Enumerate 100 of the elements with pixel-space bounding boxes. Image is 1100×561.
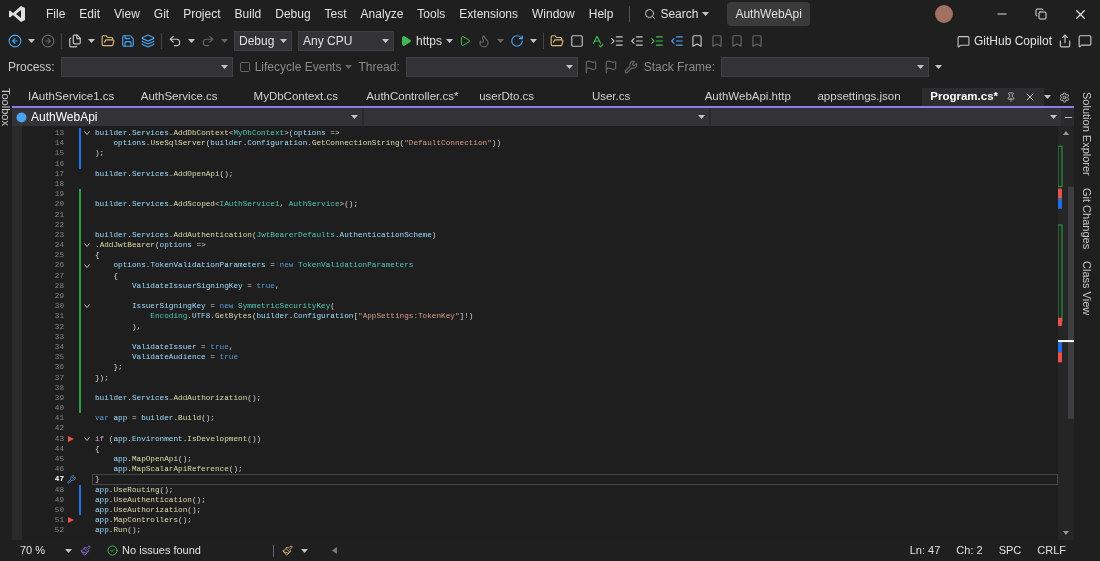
folder-icon[interactable] [101, 34, 115, 48]
close-icon[interactable] [1024, 91, 1036, 103]
fold-chevron-icon[interactable] [84, 243, 90, 248]
menu-item[interactable]: Test [318, 5, 353, 23]
caret-icon[interactable] [88, 39, 95, 43]
pin-icon[interactable] [1006, 92, 1016, 102]
cleanup-icon[interactable] [281, 545, 293, 556]
line-indicator[interactable]: Ln: 47 [909, 542, 941, 559]
flag-icon[interactable] [603, 60, 618, 74]
new-item-icon[interactable] [68, 34, 82, 48]
issues-indicator[interactable]: No issues found [107, 542, 201, 559]
line-ending-indicator[interactable]: CRLF [1037, 542, 1066, 559]
file-tab[interactable]: AuthController.cs* [358, 88, 472, 106]
file-tab[interactable]: AuthService.cs [132, 88, 246, 106]
feedback-icon[interactable] [1078, 34, 1092, 48]
project-dropdown[interactable]: AuthWebApi [12, 108, 362, 126]
side-tab[interactable]: Toolbox [0, 88, 15, 126]
menu-item[interactable]: Extensions [453, 5, 525, 23]
hot-reload-icon[interactable] [477, 34, 491, 48]
check-icon[interactable] [107, 545, 119, 556]
file-tab[interactable]: AuthWebApi.http [696, 88, 810, 106]
menu-item[interactable]: Debug [269, 5, 317, 23]
caret-icon[interactable] [65, 548, 73, 553]
restore-icon[interactable] [1035, 8, 1047, 20]
configuration-dropdown[interactable]: Debug [234, 31, 292, 51]
menu-item[interactable]: Analyze [354, 5, 410, 23]
caret-icon[interactable] [188, 39, 195, 43]
forward-icon[interactable] [41, 34, 55, 48]
window-icon[interactable] [570, 34, 584, 48]
share-icon[interactable] [1058, 34, 1072, 48]
caret-icon[interactable] [280, 39, 287, 43]
file-tab[interactable]: MyDbContext.cs [245, 88, 359, 106]
menu-item[interactable]: File [40, 5, 72, 23]
caret-icon[interactable] [300, 548, 308, 553]
file-tab[interactable]: IAuthService1.cs [20, 88, 133, 106]
file-tab[interactable]: User.cs [583, 88, 697, 106]
search-icon[interactable] [644, 8, 657, 20]
brush-icon[interactable] [80, 545, 92, 556]
scroll-left-icon[interactable] [331, 547, 337, 554]
redo-icon[interactable] [201, 34, 215, 48]
caret-icon[interactable] [565, 65, 573, 69]
back-icon[interactable] [8, 34, 22, 48]
fold-chevron-icon[interactable] [84, 131, 90, 136]
menu-item[interactable]: Project [177, 5, 227, 23]
fold-chevron-icon[interactable] [84, 304, 90, 309]
folder-icon[interactable] [550, 34, 564, 48]
copilot-button[interactable]: GitHub Copilot [956, 32, 1052, 50]
settings-icon[interactable] [1059, 91, 1070, 103]
file-tab[interactable]: appsettings.json [809, 88, 923, 106]
menu-item[interactable]: Tools [411, 5, 452, 23]
menu-item[interactable]: Build [228, 5, 268, 23]
file-tab[interactable]: userDto.cs [471, 88, 584, 106]
menu-item[interactable]: Window [526, 5, 581, 23]
caret-icon[interactable] [698, 115, 705, 119]
logo-icon[interactable] [8, 5, 26, 23]
caret-icon[interactable] [446, 39, 453, 43]
scrollbar-drawing[interactable] [1058, 126, 1074, 540]
caret-icon[interactable] [382, 39, 389, 43]
side-tab[interactable]: Solution Explorer [1078, 92, 1096, 176]
caret-icon[interactable] [220, 65, 228, 69]
undo-icon[interactable] [168, 34, 182, 48]
save-all-icon[interactable] [141, 34, 155, 48]
play-icon[interactable] [400, 35, 412, 47]
caret-icon[interactable] [935, 65, 943, 69]
save-icon[interactable] [121, 34, 135, 48]
comment-icon[interactable] [650, 34, 664, 48]
tool-icon[interactable] [623, 60, 638, 74]
refresh-icon[interactable] [510, 34, 524, 48]
caret-icon[interactable] [351, 115, 358, 119]
indent-icon[interactable] [610, 34, 624, 48]
side-tab[interactable]: Git Changes [1078, 187, 1096, 249]
zoom-dropdown[interactable]: 70 % [20, 542, 73, 559]
caret-icon[interactable] [1050, 115, 1057, 119]
menu-item[interactable]: Git [147, 5, 176, 23]
search-button[interactable]: Search [640, 5, 714, 23]
outdent-icon[interactable] [630, 34, 644, 48]
lifecycle-events-button[interactable]: Lifecycle Events [238, 58, 353, 76]
avatar[interactable] [935, 5, 953, 23]
bookmark-icon[interactable] [690, 34, 704, 48]
whitespace-indicator[interactable]: SPC [998, 542, 1022, 559]
caret-icon[interactable] [917, 65, 925, 69]
run-button[interactable]: https [400, 32, 453, 50]
side-tab[interactable]: Class View [1078, 260, 1096, 316]
copilot-icon[interactable] [956, 34, 970, 48]
spell-check-icon[interactable] [590, 34, 604, 48]
caret-icon[interactable] [1044, 95, 1051, 99]
fold-chevron-icon[interactable] [84, 436, 90, 441]
quick-action-icon[interactable] [66, 474, 76, 484]
flag-icon[interactable] [583, 60, 598, 74]
caret-icon[interactable] [28, 39, 35, 43]
caret-icon[interactable] [702, 12, 710, 16]
file-tab[interactable]: Program.cs* [922, 88, 1044, 106]
platform-dropdown[interactable]: Any CPU [298, 31, 394, 51]
fold-chevron-icon[interactable] [84, 263, 90, 268]
uncomment-icon[interactable] [670, 34, 684, 48]
menu-item[interactable]: View [108, 5, 146, 23]
menu-item[interactable]: Edit [73, 5, 107, 23]
play-outline-icon[interactable] [459, 35, 471, 47]
caret-icon[interactable] [530, 39, 537, 43]
lifecycle-icon[interactable] [238, 61, 251, 73]
